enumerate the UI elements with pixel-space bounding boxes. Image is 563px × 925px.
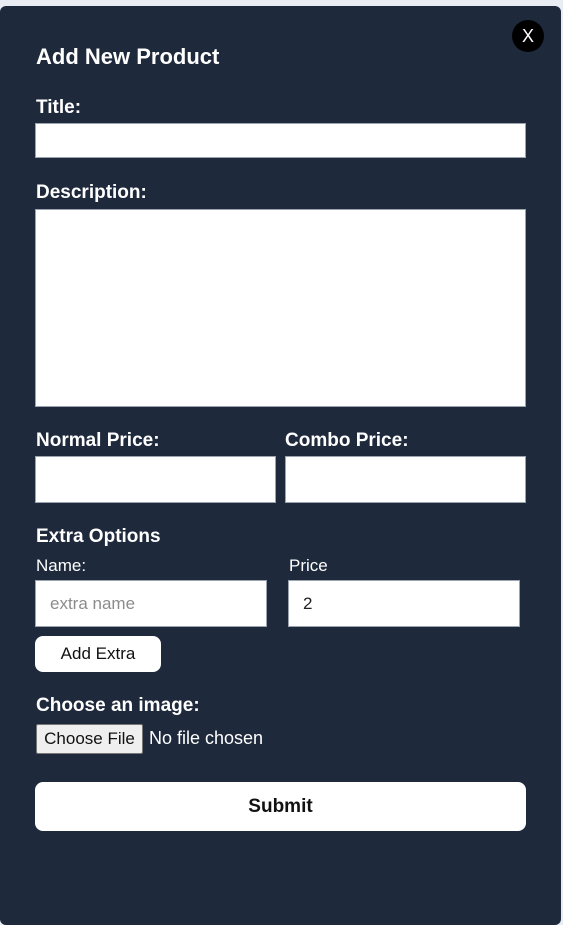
add-product-modal: X Add New Product Title: Description: No… [0,6,561,925]
extra-name-input[interactable] [35,580,267,627]
image-label: Choose an image: [36,695,200,716]
combo-price-input[interactable] [285,456,526,503]
extra-options-heading: Extra Options [36,526,161,547]
description-label: Description: [36,182,147,203]
combo-price-label: Combo Price: [285,430,409,451]
modal-title: Add New Product [36,44,220,69]
description-textarea[interactable] [35,209,526,407]
title-label: Title: [36,97,82,118]
choose-file-button[interactable]: Choose File [36,724,143,754]
file-status-text: No file chosen [149,728,264,748]
close-button[interactable]: X [512,20,544,52]
extra-price-input[interactable] [288,580,520,627]
extra-name-label: Name: [36,556,87,575]
title-input[interactable] [35,123,526,158]
normal-price-label: Normal Price: [36,430,160,451]
extra-price-label: Price [289,556,328,575]
submit-button[interactable]: Submit [35,782,526,831]
add-extra-button[interactable]: Add Extra [35,636,161,672]
normal-price-input[interactable] [35,456,276,503]
